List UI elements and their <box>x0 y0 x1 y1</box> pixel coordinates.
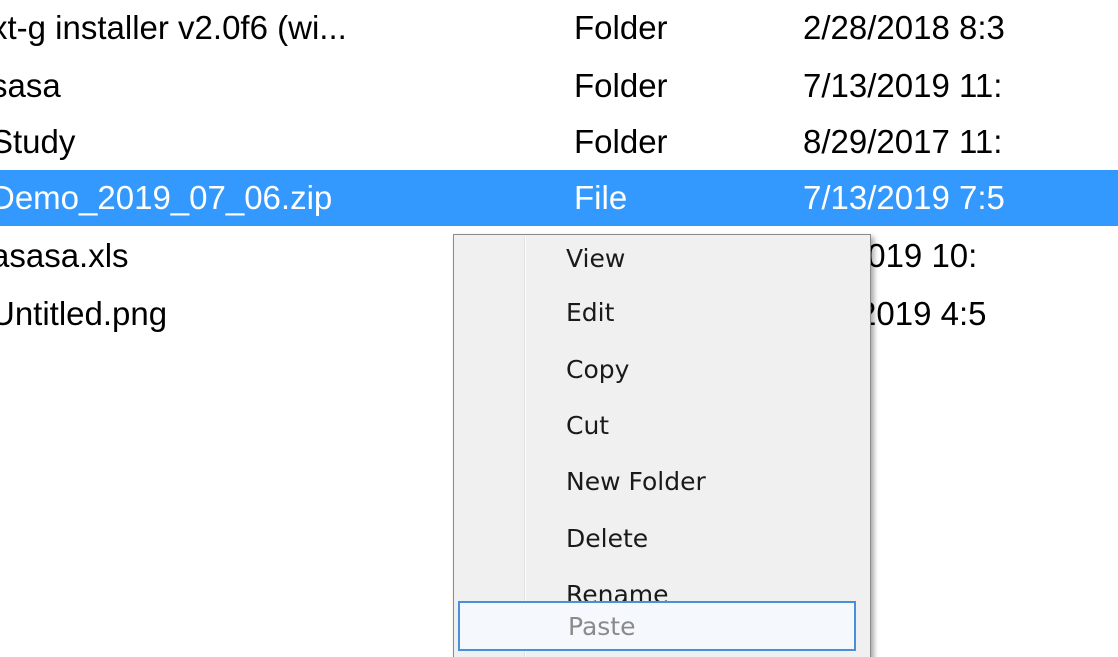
file-row-demo-zip[interactable]: Demo_2019_07_06.zip File 7/13/2019 7:5 <box>0 170 1118 226</box>
file-date: 2/28/2018 8:3 <box>803 9 1005 46</box>
file-name: Study <box>0 123 76 160</box>
file-name: Demo_2019_07_06.zip <box>0 179 333 216</box>
menu-item-label: Copy <box>566 355 630 384</box>
menu-item-label: Delete <box>566 524 649 553</box>
file-row-sasa[interactable]: sasa Folder 7/13/2019 11: <box>0 58 1118 114</box>
file-date: 7/13/2019 7:5 <box>803 179 1005 216</box>
file-type: Folder <box>574 9 668 46</box>
file-row-study[interactable]: Study Folder 8/29/2017 11: <box>0 114 1118 170</box>
file-date: 7/13/2019 11: <box>803 67 1003 104</box>
menu-item-label: Cut <box>566 411 610 440</box>
menu-item-label: New Folder <box>566 467 706 496</box>
menu-item-new-folder[interactable]: New Folder <box>458 458 856 508</box>
menu-item-label: Paste <box>568 612 636 641</box>
menu-item-cut[interactable]: Cut <box>458 402 856 452</box>
file-row-xt-g-installer[interactable]: xt-g installer v2.0f6 (wi... Folder 2/28… <box>0 0 1118 56</box>
menu-item-label: Edit <box>566 298 615 327</box>
file-name: xt-g installer v2.0f6 (wi... <box>0 9 347 46</box>
menu-item-delete[interactable]: Delete <box>458 515 856 565</box>
context-menu: View Edit Copy Cut New Folder Delete Ren… <box>453 234 871 657</box>
menu-item-copy[interactable]: Copy <box>458 346 856 396</box>
file-date: 8/29/2017 11: <box>803 123 1003 160</box>
file-name: asasa.xls <box>0 237 129 274</box>
file-type: Folder <box>574 123 668 160</box>
menu-item-view[interactable]: View <box>458 235 856 285</box>
file-type: Folder <box>574 67 668 104</box>
file-name: Untitled.png <box>0 295 168 332</box>
file-type: File <box>574 179 628 216</box>
menu-item-label: View <box>566 244 626 273</box>
menu-item-edit[interactable]: Edit <box>458 289 856 339</box>
menu-item-paste[interactable]: Paste <box>458 601 856 651</box>
file-name: sasa <box>0 67 61 104</box>
